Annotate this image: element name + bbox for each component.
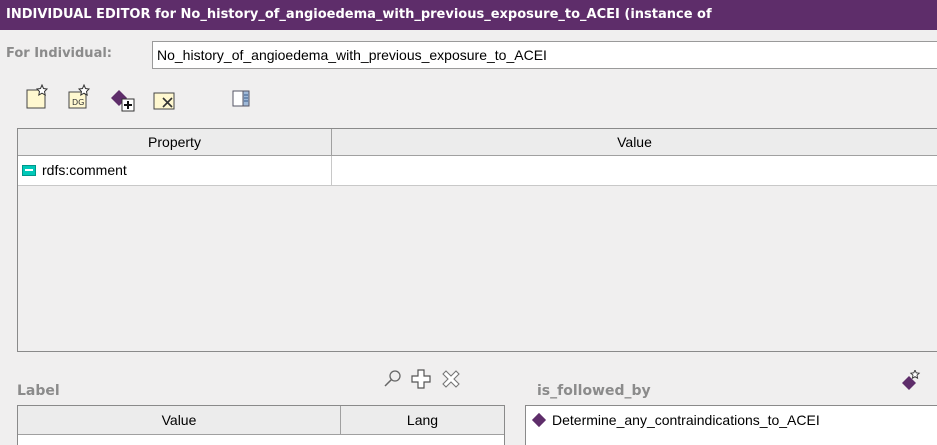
- label-table: Value Lang: [17, 405, 505, 445]
- window-title: INDIVIDUAL EDITOR for No_history_of_angi…: [0, 0, 937, 30]
- instance-diamond-icon: [531, 413, 547, 428]
- individual-label: For Individual:: [6, 46, 112, 61]
- create-slot-icon[interactable]: DG: [64, 83, 94, 114]
- is-followed-by-title: is_followed_by: [537, 383, 651, 399]
- label-panel-title: Label: [17, 383, 60, 399]
- column-header-label-value[interactable]: Value: [18, 406, 341, 435]
- table-row[interactable]: rdfs:comment: [18, 156, 937, 186]
- annotation-property-icon: [22, 165, 36, 176]
- create-class-icon[interactable]: [22, 83, 52, 114]
- individual-name-field[interactable]: No_history_of_angioedema_with_previous_e…: [152, 41, 937, 69]
- is-followed-by-list: Determine_any_contraindications_to_ACEI: [525, 405, 937, 445]
- column-header-lang[interactable]: Lang: [341, 406, 504, 435]
- search-icon[interactable]: [382, 368, 404, 390]
- property-cell[interactable]: rdfs:comment: [18, 156, 332, 185]
- show-form-icon[interactable]: [226, 84, 256, 114]
- list-item[interactable]: Determine_any_contraindications_to_ACEI: [530, 410, 820, 430]
- delete-instance-icon[interactable]: [150, 84, 180, 114]
- svg-text:DG: DG: [72, 98, 84, 107]
- add-instance-value-icon[interactable]: [896, 368, 922, 392]
- column-header-property[interactable]: Property: [18, 129, 332, 156]
- add-icon[interactable]: [410, 368, 432, 390]
- remove-icon[interactable]: [440, 368, 462, 390]
- toolbar: DG: [0, 83, 300, 118]
- individual-row: For Individual: No_history_of_angioedema…: [0, 36, 937, 72]
- list-item-label: Determine_any_contraindications_to_ACEI: [552, 412, 820, 428]
- label-table-body[interactable]: [18, 435, 504, 445]
- property-name: rdfs:comment: [42, 162, 127, 178]
- property-table: Property Value rdfs:comment: [17, 128, 937, 352]
- add-instance-icon[interactable]: [108, 84, 138, 114]
- value-cell[interactable]: [332, 156, 937, 185]
- column-header-value[interactable]: Value: [332, 129, 937, 156]
